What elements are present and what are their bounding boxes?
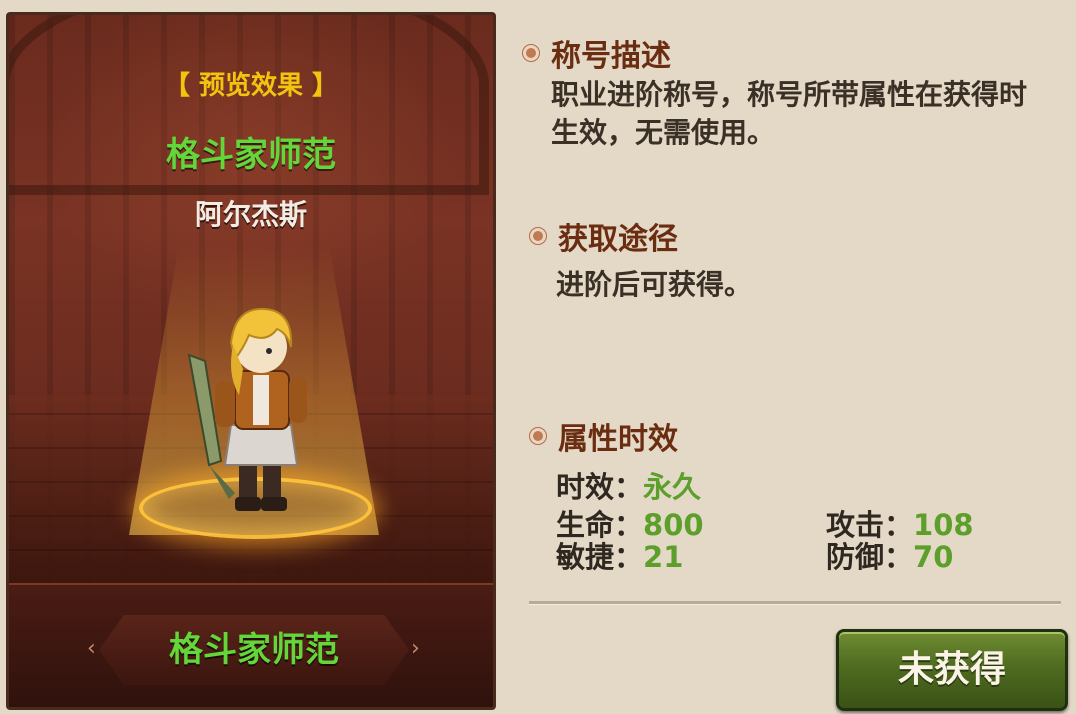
description-text: 职业进阶称号，称号所带属性在获得时 生效，无需使用。 [551, 76, 1027, 152]
nameplate-title: 格斗家师范 [169, 630, 339, 670]
stat-label: 敏捷： [556, 540, 644, 574]
stat-value: 800 [643, 508, 704, 542]
stat-value: 108 [913, 508, 974, 542]
stat-value: 70 [913, 540, 954, 574]
stat-label: 攻击： [826, 508, 914, 542]
preview-header: 【 预览效果 】 [163, 71, 339, 101]
divider [529, 601, 1061, 605]
stat-value: 21 [643, 540, 684, 574]
title-preview-panel: 【 预览效果 】 格斗家师范 阿尔杰斯 ‹ 格斗家师范 › [6, 12, 496, 710]
bullet-icon [523, 45, 539, 61]
stat-defense: 防御：70 [826, 540, 953, 574]
description-heading: 称号描述 [551, 39, 671, 74]
preview-title: 格斗家师范 [166, 135, 336, 175]
section-heading-attributes: 属性时效 [530, 414, 678, 458]
duration-value: 永久 [643, 470, 702, 504]
acquire-text: 进阶后可获得。 [556, 268, 753, 301]
duration-label: 时效： [556, 470, 644, 504]
character-sprite [187, 307, 307, 511]
description-line: 职业进阶称号，称号所带属性在获得时 [551, 78, 1028, 111]
stat-agility: 敏捷：21 [556, 540, 683, 574]
not-obtained-button[interactable]: 未获得 [836, 629, 1068, 711]
character-name: 阿尔杰斯 [194, 198, 307, 231]
stat-label: 防御： [826, 540, 914, 574]
stat-hp: 生命：800 [556, 508, 704, 542]
bullet-icon [530, 428, 546, 444]
section-heading-acquire: 获取途径 [530, 214, 678, 258]
bullet-icon [530, 228, 546, 244]
chevron-right-icon: › [411, 636, 420, 661]
duration-row: 时效：永久 [556, 470, 701, 504]
section-heading-description: 称号描述 [523, 31, 671, 75]
title-nameplate-bar: ‹ 格斗家师范 › [9, 583, 493, 707]
stat-label: 生命： [556, 508, 644, 542]
description-line: 生效，无需使用。 [551, 116, 776, 149]
acquire-heading: 获取途径 [558, 222, 678, 257]
attributes-heading: 属性时效 [558, 422, 678, 457]
stat-attack: 攻击：108 [826, 508, 974, 542]
